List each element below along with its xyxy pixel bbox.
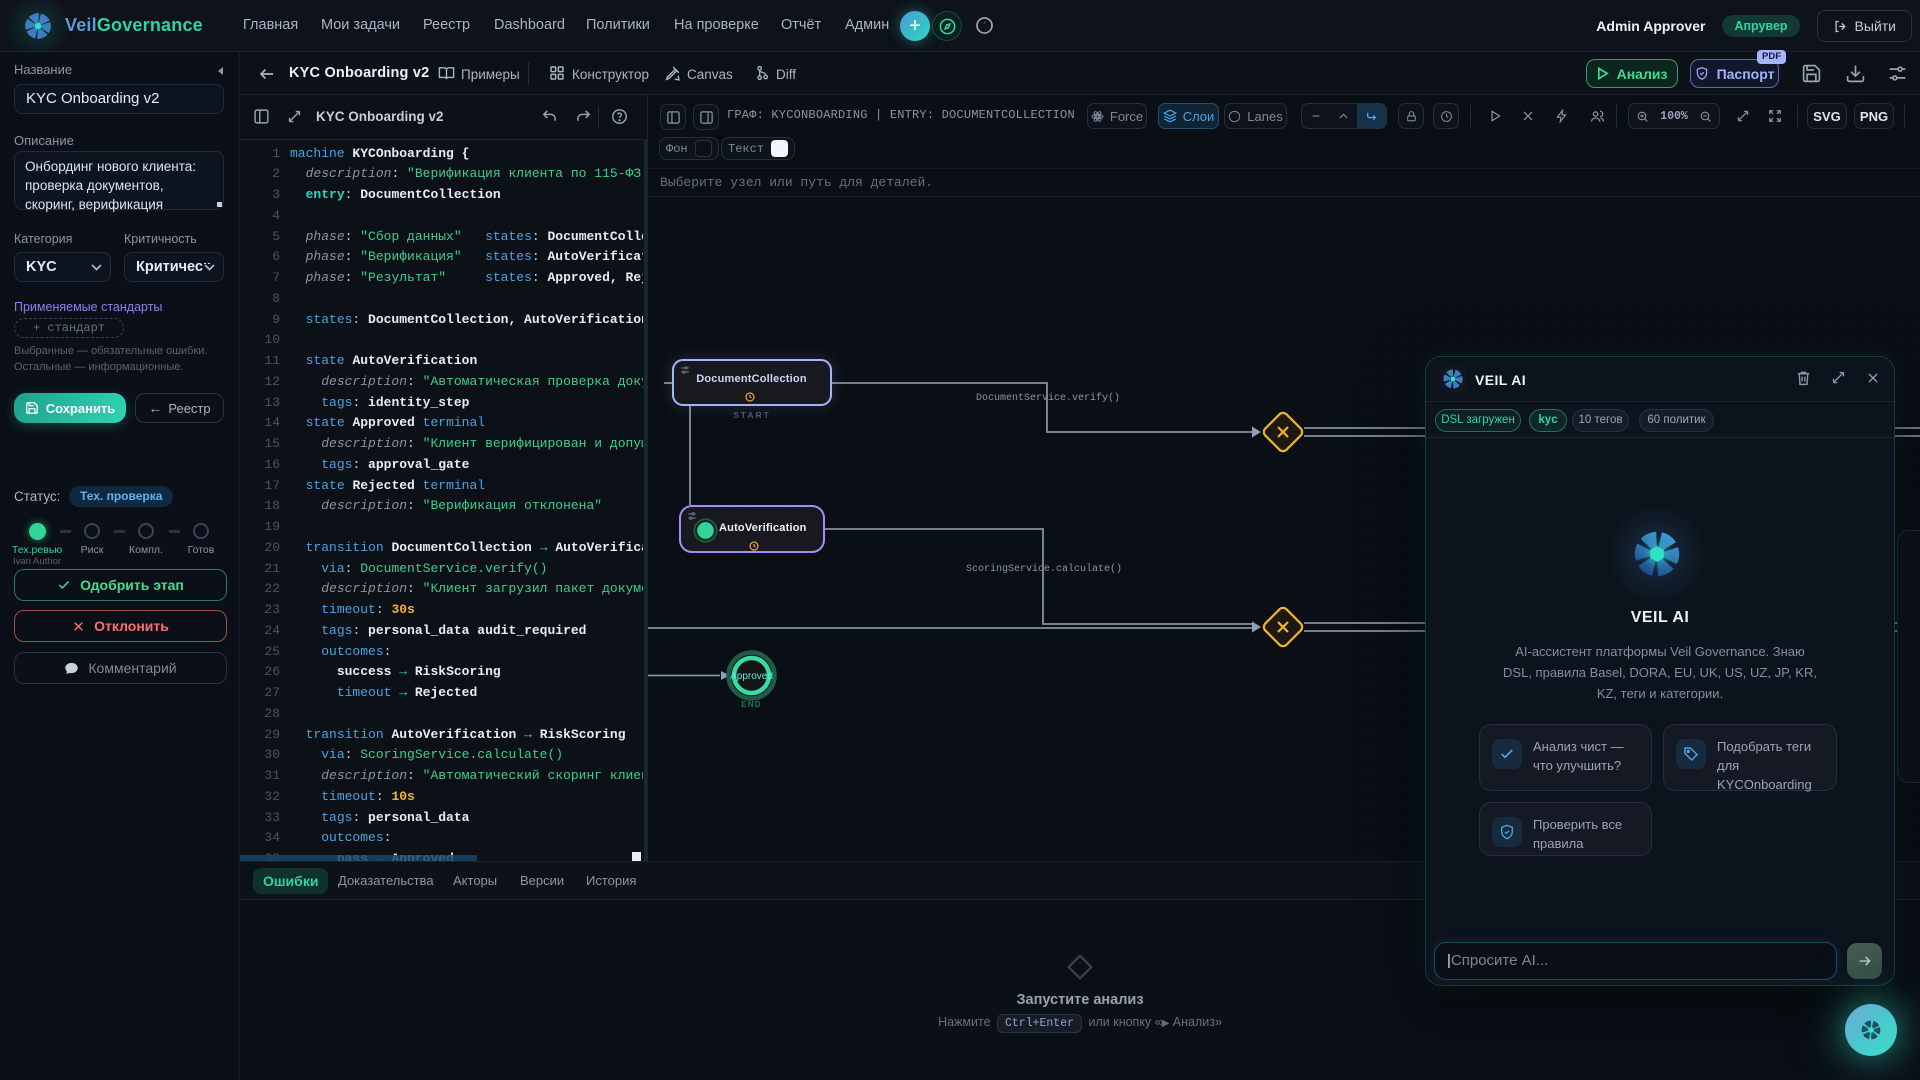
svg-text:ScoringService.calculate(): ScoringService.calculate() xyxy=(966,563,1122,575)
svg-text:DocumentService.verify(): DocumentService.verify() xyxy=(976,392,1120,404)
svg-text:END: END xyxy=(741,700,762,709)
svg-text:Approved: Approved xyxy=(730,671,773,682)
